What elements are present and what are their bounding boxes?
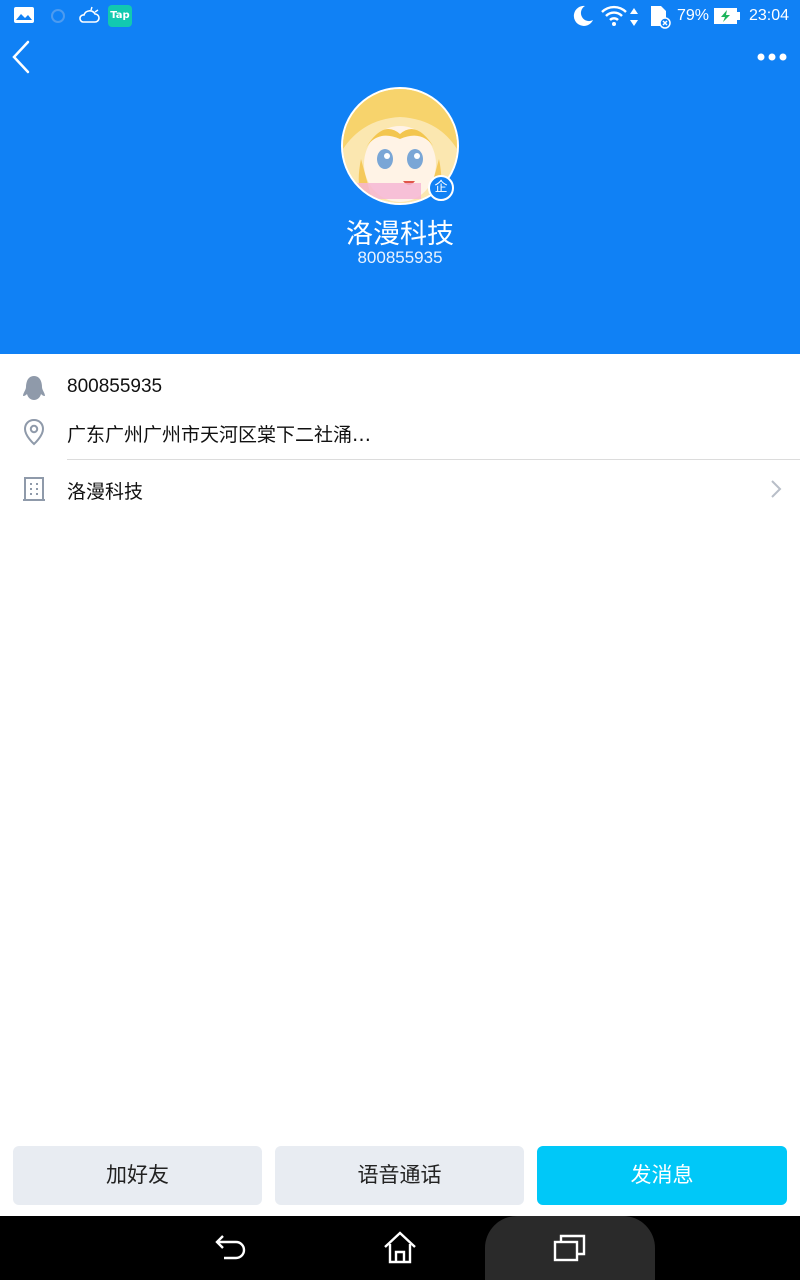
info-row-location: 广东广州广州市天河区棠下二社涌… — [0, 410, 800, 454]
qq-number: 800855935 — [67, 376, 163, 397]
nav-home-button[interactable] — [380, 1230, 420, 1266]
chevron-right-icon — [768, 478, 784, 500]
profile-uid: 800855935 — [357, 248, 443, 267]
location-pin-icon — [22, 418, 46, 450]
data-transfer-arrows-icon — [629, 7, 639, 31]
info-row-qq: 800855935 — [0, 366, 800, 408]
divider — [67, 459, 800, 460]
more-options-button[interactable] — [752, 44, 792, 70]
send-message-button[interactable]: 发消息 — [537, 1146, 787, 1205]
gallery-notification-icon — [13, 6, 35, 28]
recent-apps-icon — [553, 1234, 586, 1262]
dim-notification-icon — [48, 6, 68, 30]
chevron-left-icon — [12, 40, 30, 74]
voice-call-button[interactable]: 语音通话 — [275, 1146, 524, 1205]
system-navigation-bar — [0, 1216, 800, 1280]
company-name: 洛漫科技 — [67, 481, 144, 503]
back-arrow-icon — [215, 1235, 246, 1260]
company-row[interactable]: 洛漫科技 — [0, 462, 800, 516]
more-dots-icon — [757, 53, 787, 61]
profile-header: Tap 79% 23:04 企 洛漫科技 800855935 — [0, 0, 800, 354]
enterprise-badge: 企 — [428, 175, 454, 201]
no-sim-icon — [648, 5, 672, 33]
add-friend-button[interactable]: 加好友 — [13, 1146, 262, 1205]
home-icon — [384, 1231, 416, 1264]
location-text: 广东广州广州市天河区棠下二社涌… — [67, 424, 372, 446]
clock: 23:04 — [749, 7, 790, 24]
penguin-icon — [20, 374, 48, 406]
battery-percent: 79% — [677, 7, 710, 24]
nav-recents-button[interactable] — [550, 1230, 590, 1266]
do-not-disturb-moon-icon — [569, 4, 595, 32]
wifi-icon — [600, 5, 628, 31]
nav-back-button[interactable] — [210, 1230, 250, 1266]
building-icon — [22, 476, 46, 506]
weather-icon — [77, 6, 101, 30]
profile-name: 洛漫科技 — [346, 219, 454, 250]
battery-charging-icon — [713, 7, 741, 29]
taptap-app-icon: Tap — [108, 5, 132, 27]
back-button[interactable] — [8, 38, 38, 76]
status-bar: Tap 79% 23:04 — [0, 0, 800, 34]
